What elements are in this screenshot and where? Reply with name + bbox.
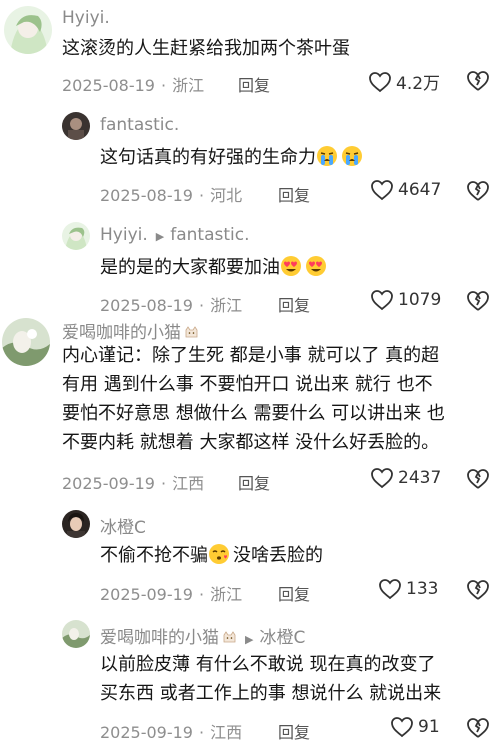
avatar[interactable] [62, 620, 90, 648]
comment-location: 浙江 [172, 76, 205, 95]
reply-button[interactable]: 回复 [278, 581, 310, 605]
comment-meta: 2025-09-19 · 浙江 [100, 585, 243, 604]
avatar[interactable] [62, 510, 90, 538]
comment-text: 以前脸皮薄 有什么不敢说 现在真的改变了 买东西 或者工作上的事 想说什么 就说… [100, 650, 441, 708]
comment-text-body: 这句话真的有好强的生命力 [100, 147, 316, 168]
comment-date: 2025-08-19 [100, 296, 193, 315]
reply-author-text: 爱喝咖啡的小猫 [100, 628, 219, 648]
reply-button[interactable]: 回复 [278, 182, 310, 206]
comment-username[interactable]: 爱喝咖啡的小猫 [62, 318, 199, 343]
broken-heart-icon [467, 181, 489, 201]
dislike-button[interactable] [466, 717, 490, 743]
comment-location: 浙江 [210, 296, 243, 315]
comment-text-tail: 没啥丢脸的 [233, 545, 323, 566]
comment-meta: 2025-08-19 · 浙江 [62, 76, 205, 95]
reply-button[interactable]: 回复 [278, 292, 310, 316]
avatar[interactable] [2, 318, 50, 366]
comment-text-body: 是的是的大家都要加油 [100, 257, 280, 278]
comment-meta: 2025-08-19 · 浙江 [100, 296, 243, 315]
reply-button[interactable]: 回复 [238, 470, 270, 494]
reply-target[interactable]: fantastic. [170, 225, 249, 245]
comment-location: 河北 [210, 186, 243, 205]
comment-date: 2025-09-19 [100, 723, 193, 742]
like-button[interactable]: 4647 [370, 179, 441, 201]
comment-line: 不要内耗 就想着 大家都这样 没什么好丢脸的。 [62, 432, 440, 453]
cat-icon [185, 326, 198, 338]
avatar[interactable] [62, 112, 90, 140]
comment-location: 江西 [210, 723, 243, 742]
comment-username[interactable]: 冰橙C [100, 513, 146, 538]
like-button[interactable]: 4.2万 [368, 69, 440, 94]
comment-text: 这句话真的有好强的生命力 [100, 143, 366, 172]
comment-line: 买东西 或者工作上的事 想说什么 就说出来 [100, 683, 442, 704]
dislike-button[interactable] [466, 579, 490, 605]
reply-button[interactable]: 回复 [238, 72, 270, 96]
comment-text-body: 不偷不抢不骗 [100, 545, 208, 566]
reply-button[interactable]: 回复 [278, 719, 310, 743]
like-count: 1079 [398, 290, 442, 310]
comment-text: 内心谨记：除了生死 都是小事 就可以了 真的超 有用 遇到什么事 不要怕开口 说… [62, 341, 445, 457]
comment-date: 2025-08-19 [100, 186, 193, 205]
like-button[interactable]: 2437 [370, 467, 441, 489]
broken-heart-icon [467, 291, 489, 311]
heart-icon [369, 71, 391, 92]
heart-icon [391, 717, 413, 738]
broken-heart-icon [467, 71, 489, 91]
comment-location: 浙江 [210, 585, 243, 604]
comment-username-text: 爱喝咖啡的小猫 [62, 323, 181, 343]
dislike-button[interactable] [466, 180, 490, 206]
comment-line: 内心谨记：除了生死 都是小事 就可以了 真的超 [62, 345, 440, 366]
comment-date: 2025-09-19 [100, 585, 193, 604]
reply-author[interactable]: Hyiyi. [100, 225, 148, 245]
like-button[interactable]: 1079 [370, 289, 441, 311]
reply-target[interactable]: 冰橙C [259, 628, 305, 648]
heart-eyes-emoji [306, 256, 326, 276]
like-count: 4.2万 [396, 74, 441, 94]
comment-line: 有用 遇到什么事 不要怕开口 说出来 就行 也不 [62, 374, 433, 395]
dislike-button[interactable] [466, 290, 490, 316]
broken-heart-icon [467, 718, 489, 738]
comment-username[interactable]: fantastic. [100, 115, 179, 135]
avatar[interactable] [4, 6, 52, 54]
crying-emoji [342, 146, 362, 166]
comment-text: 这滚烫的人生赶紧给我加两个茶叶蛋 [62, 38, 350, 59]
comment-date: 2025-09-19 [62, 474, 155, 493]
comment-username: 爱喝咖啡的小猫 ▶ 冰橙C [100, 623, 305, 648]
comment-line: 要怕不好意思 想做什么 需要什么 可以讲出来 也 [62, 403, 445, 424]
like-button[interactable]: 133 [378, 578, 438, 600]
comment-text: 是的是的大家都要加油 [100, 253, 330, 282]
comment-username: Hyiyi. ▶ fantastic. [100, 225, 250, 245]
avatar[interactable] [62, 222, 90, 250]
comment-date: 2025-08-19 [62, 76, 155, 95]
reply-arrow-icon: ▶ [245, 633, 254, 646]
comment-line: 以前脸皮薄 有什么不敢说 现在真的改变了 [100, 654, 436, 675]
like-button[interactable]: 91 [390, 716, 440, 738]
like-count: 91 [418, 717, 440, 737]
crying-emoji [317, 146, 337, 166]
comment-meta: 2025-09-19 · 江西 [62, 474, 205, 493]
dislike-button[interactable] [466, 70, 490, 96]
heart-icon [371, 290, 393, 311]
broken-heart-icon [467, 580, 489, 600]
broken-heart-icon [467, 469, 489, 489]
kiss-emoji [209, 544, 229, 564]
comment-meta: 2025-08-19 · 河北 [100, 186, 243, 205]
reply-author[interactable]: 爱喝咖啡的小猫 [100, 628, 237, 648]
heart-eyes-emoji [281, 256, 301, 276]
comment-location: 江西 [172, 474, 205, 493]
comment-text: 不偷不抢不骗 没啥丢脸的 [100, 541, 323, 570]
reply-arrow-icon: ▶ [155, 230, 165, 243]
heart-icon [379, 579, 401, 600]
dislike-button[interactable] [466, 468, 490, 494]
like-count: 4647 [398, 180, 442, 200]
heart-icon [371, 180, 393, 201]
comment-username[interactable]: Hyiyi. [62, 8, 110, 28]
cat-icon [223, 631, 236, 643]
heart-icon [371, 468, 393, 489]
comment-meta: 2025-09-19 · 江西 [100, 723, 243, 742]
like-count: 133 [406, 579, 439, 599]
like-count: 2437 [398, 468, 442, 488]
